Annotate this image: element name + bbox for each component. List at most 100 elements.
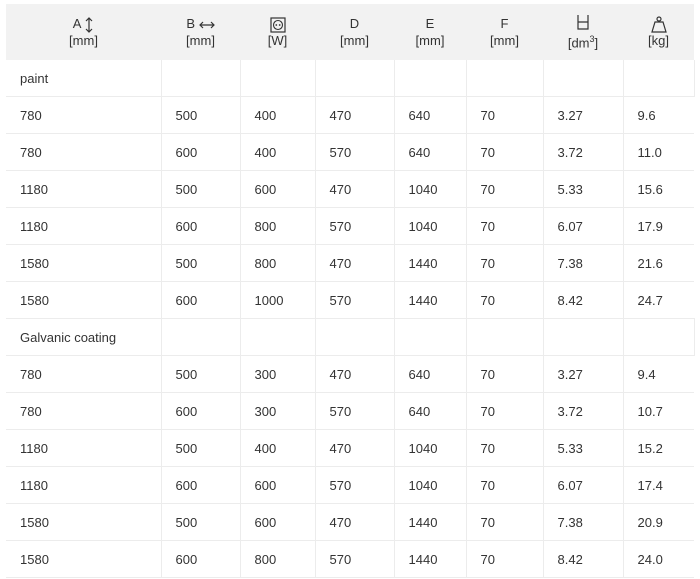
spec-table-wrapper: A [mm] B [mm] [W] D [mm] E [mm] F [mm] [… xyxy=(6,4,695,578)
table-row: 780 500 300 470 640 70 3.27 9.4 xyxy=(6,355,694,393)
table-row: 1580 600 1000 570 1440 70 8.42 24.7 xyxy=(6,281,694,319)
table-cell: 70 xyxy=(466,392,544,430)
table-cell: 70 xyxy=(466,281,544,319)
table-header: A [mm] B [mm] [W] D [mm] E [mm] F [mm] [… xyxy=(6,4,694,60)
table-cell: 17.9 xyxy=(623,207,694,245)
table-cell: 1580 xyxy=(6,540,162,578)
group-empty-cell xyxy=(543,318,624,356)
header-d-label: D xyxy=(349,16,360,31)
group-empty-cell xyxy=(623,60,695,97)
table-cell: 5.33 xyxy=(543,170,624,208)
header-volume: [dm3] xyxy=(543,4,623,60)
group-row: Galvanic coating xyxy=(6,318,695,356)
table-cell: 570 xyxy=(315,540,395,578)
table-cell: 780 xyxy=(6,392,162,430)
table-cell: 1440 xyxy=(394,503,467,541)
header-weight: [kg] xyxy=(623,4,694,60)
table-cell: 470 xyxy=(315,96,395,134)
table-cell: 7.38 xyxy=(543,244,624,282)
vertical-arrow-icon xyxy=(85,16,93,33)
table-row: 1180 600 800 570 1040 70 6.07 17.9 xyxy=(6,207,694,245)
table-cell: 9.4 xyxy=(623,355,694,393)
header-a-label: A xyxy=(72,16,81,31)
table-cell: 780 xyxy=(6,96,162,134)
table-cell: 1580 xyxy=(6,503,162,541)
table-cell: 17.4 xyxy=(623,466,694,504)
header-power-unit: [W] xyxy=(267,33,288,48)
table-cell: 70 xyxy=(466,207,544,245)
table-cell: 70 xyxy=(466,170,544,208)
table-cell: 6.07 xyxy=(543,207,624,245)
table-cell: 600 xyxy=(161,133,241,171)
table-cell: 1180 xyxy=(6,207,162,245)
header-f-label: F xyxy=(500,16,509,31)
header-a-unit: [mm] xyxy=(69,33,98,48)
table-cell: 15.6 xyxy=(623,170,694,208)
table-cell: 1580 xyxy=(6,281,162,319)
table-cell: 3.27 xyxy=(543,96,624,134)
header-e-label: E xyxy=(425,16,435,31)
table-cell: 570 xyxy=(315,392,395,430)
header-b-label: B xyxy=(186,16,196,31)
table-body: paint 780 500 400 470 640 70 3.27 9.6 780 600 400 57… xyxy=(6,60,695,578)
table-cell: 800 xyxy=(240,207,316,245)
table-cell: 600 xyxy=(161,392,241,430)
header-d: D [mm] xyxy=(315,4,394,60)
table-cell: 1440 xyxy=(394,244,467,282)
table-cell: 400 xyxy=(240,133,316,171)
table-cell: 600 xyxy=(161,466,241,504)
header-f: F [mm] xyxy=(466,4,543,60)
table-cell: 600 xyxy=(240,466,316,504)
header-e: E [mm] xyxy=(394,4,466,60)
group-label: Galvanic coating xyxy=(6,318,162,356)
table-cell: 24.7 xyxy=(623,281,694,319)
power-socket-icon xyxy=(269,16,286,33)
group-empty-cell xyxy=(161,60,241,97)
weight-icon xyxy=(650,16,667,33)
group-empty-cell xyxy=(466,318,544,356)
group-empty-cell xyxy=(240,318,316,356)
header-f-unit: [mm] xyxy=(490,33,519,48)
table-row: 1580 500 800 470 1440 70 7.38 21.6 xyxy=(6,244,694,282)
table-cell: 70 xyxy=(466,540,544,578)
table-cell: 400 xyxy=(240,429,316,467)
table-cell: 470 xyxy=(315,429,395,467)
table-cell: 1180 xyxy=(6,170,162,208)
table-cell: 570 xyxy=(315,133,395,171)
table-cell: 6.07 xyxy=(543,466,624,504)
table-cell: 800 xyxy=(240,244,316,282)
header-a: A [mm] xyxy=(6,4,161,60)
table-row: 1180 500 600 470 1040 70 5.33 15.6 xyxy=(6,170,694,208)
table-cell: 1180 xyxy=(6,466,162,504)
table-cell: 600 xyxy=(161,281,241,319)
table-cell: 600 xyxy=(240,170,316,208)
header-b-unit: [mm] xyxy=(186,33,215,48)
table-cell: 570 xyxy=(315,281,395,319)
table-cell: 470 xyxy=(315,170,395,208)
header-weight-unit: [kg] xyxy=(648,33,669,48)
header-row: A [mm] B [mm] [W] D [mm] E [mm] F [mm] [… xyxy=(6,4,694,60)
horizontal-arrow-icon xyxy=(198,21,215,28)
table-cell: 1440 xyxy=(394,540,467,578)
table-cell: 500 xyxy=(161,96,241,134)
table-cell: 70 xyxy=(466,355,544,393)
table-cell: 70 xyxy=(466,244,544,282)
table-cell: 500 xyxy=(161,244,241,282)
group-empty-cell xyxy=(623,318,695,356)
table-cell: 70 xyxy=(466,503,544,541)
table-cell: 800 xyxy=(240,540,316,578)
table-cell: 600 xyxy=(161,207,241,245)
group-empty-cell xyxy=(394,60,467,97)
table-row: 1580 600 800 570 1440 70 8.42 24.0 xyxy=(6,540,694,578)
table-cell: 1040 xyxy=(394,207,467,245)
table-cell: 640 xyxy=(394,133,467,171)
table-cell: 470 xyxy=(315,355,395,393)
table-cell: 300 xyxy=(240,392,316,430)
header-volume-unit: [dm3] xyxy=(567,33,599,51)
group-empty-cell xyxy=(240,60,316,97)
table-cell: 9.6 xyxy=(623,96,694,134)
table-cell: 640 xyxy=(394,96,467,134)
table-cell: 640 xyxy=(394,355,467,393)
table-cell: 470 xyxy=(315,503,395,541)
table-cell: 70 xyxy=(466,429,544,467)
